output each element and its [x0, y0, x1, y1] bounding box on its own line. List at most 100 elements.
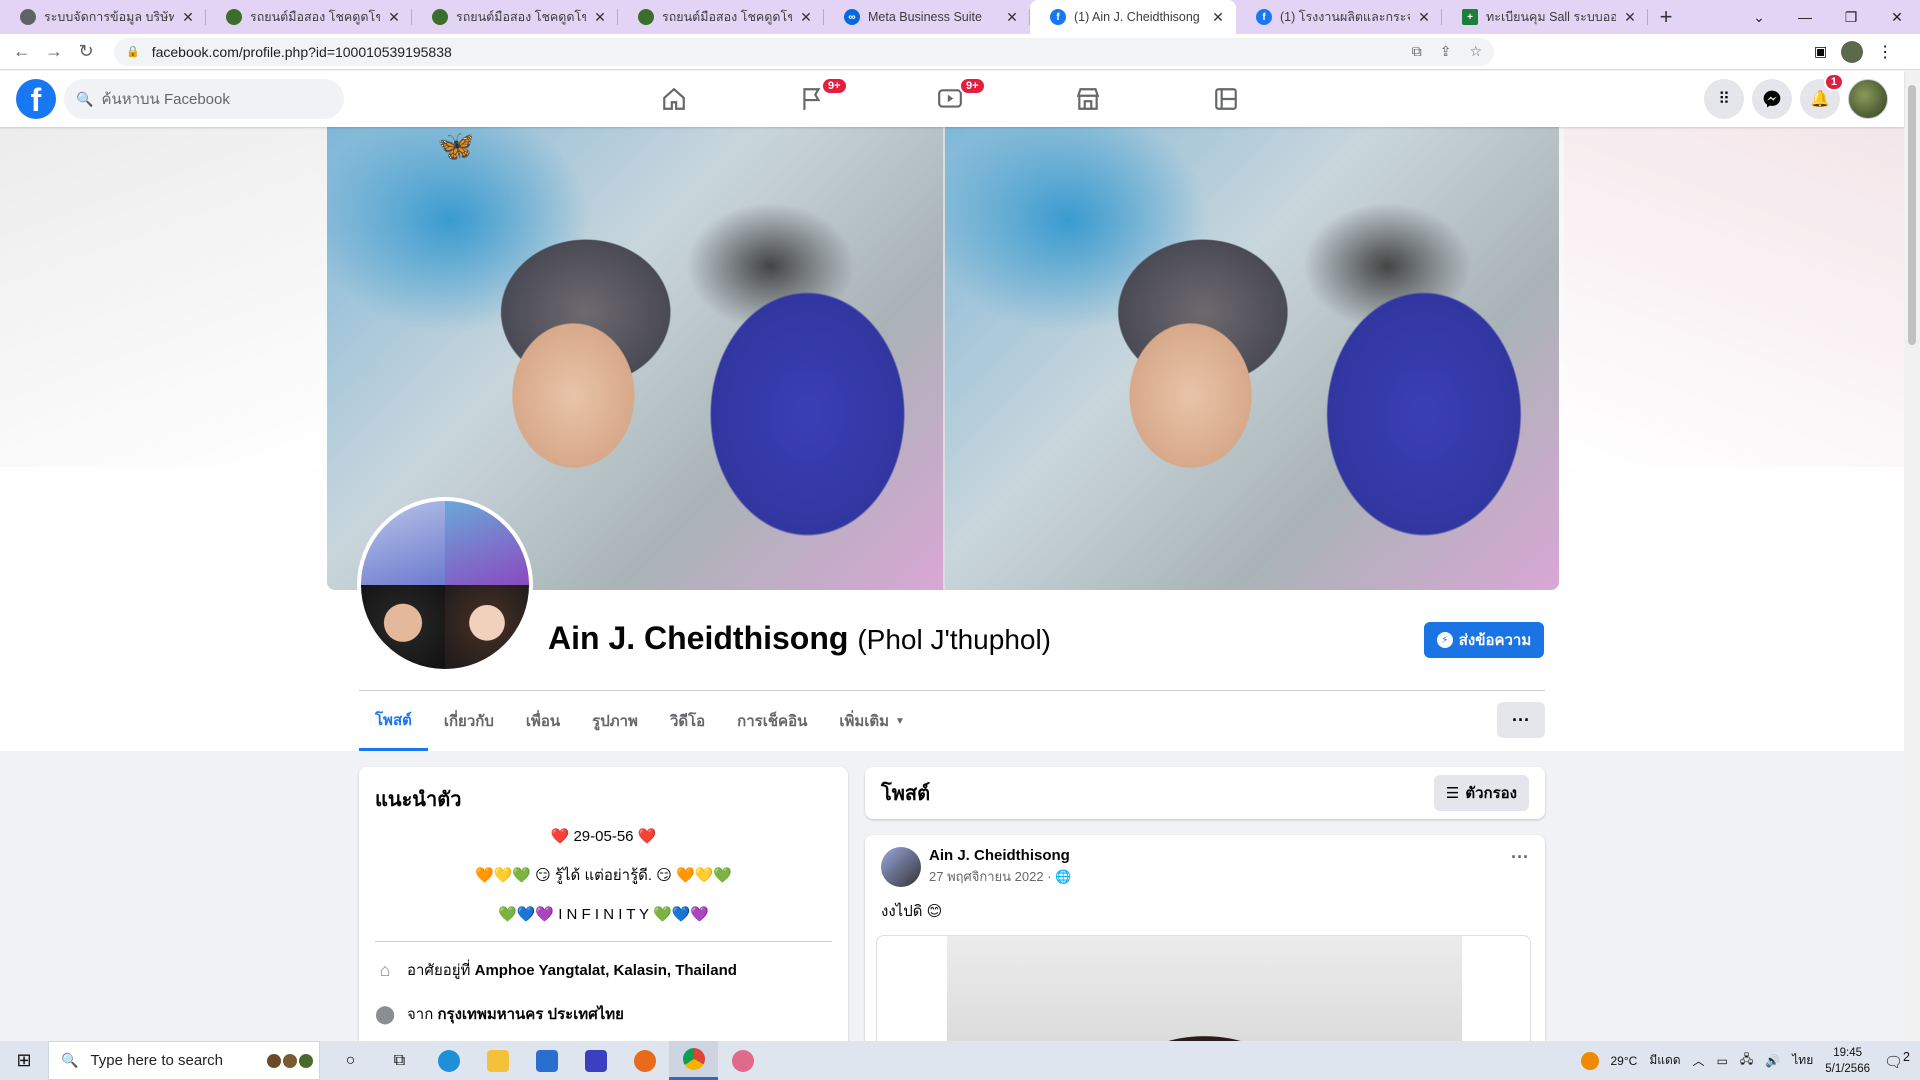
file-explorer-icon[interactable] [473, 1041, 522, 1080]
tab-title: ระบบจัดการข้อมูล บริษัท โชคดู [44, 10, 174, 24]
profile-name-heading: Ain J. Cheidthisong (Phol J'thuphol) [548, 620, 1051, 657]
browser-tab-strip: ระบบจัดการข้อมูล บริษัท โชคดู ✕ รถยนต์มื… [0, 0, 1920, 34]
post-date[interactable]: 27 พฤศจิกายน 2022 [929, 869, 1044, 884]
send-message-button[interactable]: ⚡ ส่งข้อความ [1424, 622, 1544, 658]
clock[interactable]: 19:45 5/1/2566 [1825, 1045, 1870, 1077]
tab-posts[interactable]: โพสต์ [359, 691, 428, 751]
window-controls: ⌄ — ❐ ✕ [1736, 0, 1920, 34]
cortana-icon[interactable]: ○ [326, 1041, 375, 1080]
profile-picture[interactable] [357, 497, 533, 673]
close-icon[interactable]: ✕ [1416, 9, 1432, 26]
browser-tab[interactable]: ∞ Meta Business Suite ✕ [824, 0, 1030, 34]
back-icon[interactable]: ← [6, 36, 38, 68]
tab-search-icon[interactable]: ⌄ [1736, 0, 1782, 34]
tab-checkins[interactable]: การเช็คอิน [721, 691, 823, 751]
browser-tab[interactable]: + ทะเบียนคุม Sall ระบบออนไลน์ ✕ [1442, 0, 1648, 34]
profile-more-options-button[interactable]: ··· [1497, 702, 1545, 738]
post-options-icon[interactable]: ··· [1511, 847, 1529, 868]
menu-grid-icon[interactable]: ⠿ [1704, 79, 1744, 119]
intro-divider [375, 941, 832, 942]
windows-start-icon[interactable]: ⊞ [0, 1041, 48, 1080]
translate-icon[interactable]: ⧉ [1412, 43, 1422, 60]
nav-watch[interactable]: 9+ [881, 71, 1019, 127]
weather-temp[interactable]: 29°C [1611, 1054, 1638, 1068]
post-author-name[interactable]: Ain J. Cheidthisong [929, 847, 1071, 864]
messenger-icon[interactable] [1752, 79, 1792, 119]
weather-label[interactable]: มีแดด [1649, 1051, 1680, 1070]
weather-sun-icon[interactable] [1580, 1051, 1599, 1070]
lock-icon[interactable]: 🔒 [126, 45, 140, 58]
action-center-icon[interactable]: 🗨2 [1882, 1050, 1912, 1071]
nav-home[interactable] [605, 71, 743, 127]
from-location[interactable]: กรุงเทพมหานคร ประเทศไทย [437, 1002, 623, 1026]
marketplace-icon [1076, 88, 1100, 110]
close-icon[interactable]: ✕ [798, 9, 814, 26]
facebook-search-input[interactable]: 🔍 ค้นหาบน Facebook [64, 79, 344, 119]
firefox-icon[interactable] [620, 1041, 669, 1080]
taskbar-search-input[interactable]: 🔍 Type here to search [48, 1041, 320, 1080]
posts-header-card: โพสต์ ☰ ตัวกรอง [865, 767, 1545, 819]
restore-icon[interactable]: ❐ [1828, 0, 1874, 34]
tab-more[interactable]: เพิ่มเติม ▼ [823, 691, 921, 751]
clock-time: 19:45 [1833, 1046, 1862, 1059]
minimize-icon[interactable]: — [1782, 0, 1828, 34]
address-bar[interactable]: 🔒 facebook.com/profile.php?id=1000105391… [114, 37, 1494, 66]
nav-watch-badge: 9+ [959, 77, 986, 95]
notifications-bell-icon[interactable]: 🔔 1 [1800, 73, 1844, 119]
nav-pages[interactable]: 9+ [743, 71, 881, 127]
browser-tab-active[interactable]: f (1) Ain J. Cheidthisong | Fa ✕ [1030, 0, 1236, 34]
nav-marketplace[interactable] [1019, 71, 1157, 127]
browser-tab[interactable]: ระบบจัดการข้อมูล บริษัท โชคดู ✕ [0, 0, 206, 34]
volume-icon[interactable]: 🔊 [1765, 1054, 1780, 1068]
close-icon[interactable]: ✕ [1210, 9, 1226, 26]
lives-in-location[interactable]: Amphoe Yangtalat, Kalasin, Thailand [475, 962, 737, 979]
bio-line: 🧡💛💚 😏 รู้ได้ แต่อย่ารู้ดี. 😏 🧡💛💚 [474, 867, 733, 884]
facebook-logo-icon[interactable]: f [16, 79, 56, 119]
profile-avatar-icon[interactable] [1841, 40, 1864, 63]
chrome-icon[interactable] [669, 1041, 718, 1080]
tab-photos[interactable]: รูปภาพ [576, 691, 654, 751]
new-tab-button[interactable]: + [1648, 0, 1684, 34]
input-language[interactable]: ไทย [1792, 1051, 1813, 1070]
forward-icon[interactable]: → [38, 36, 70, 68]
browser-tab[interactable]: รถยนต์มือสอง โชคดูดโชต อุด ✕ [412, 0, 618, 34]
nav-gaming[interactable] [1157, 71, 1295, 127]
side-panel-icon[interactable]: ▣ [1814, 43, 1827, 60]
close-icon[interactable]: ✕ [180, 9, 196, 26]
filter-button[interactable]: ☰ ตัวกรอง [1433, 775, 1529, 811]
close-icon[interactable]: ✕ [386, 9, 402, 26]
tab-title: Meta Business Suite [868, 10, 982, 24]
menu-kebab-icon[interactable]: ⋮ [1877, 42, 1893, 62]
bio-line: ❤️ 29-05-56 ❤️ [550, 828, 657, 845]
close-icon[interactable]: ✕ [1004, 9, 1020, 26]
mail-icon[interactable] [522, 1041, 571, 1080]
tab-videos[interactable]: วิดีโอ [654, 691, 721, 751]
tab-friends[interactable]: เพื่อน [510, 691, 576, 751]
snipping-tool-icon[interactable] [718, 1041, 767, 1080]
browser-tab[interactable]: รถยนต์มือสอง โชคดูดโชต อุด ✕ [618, 0, 824, 34]
close-icon[interactable]: ✕ [1622, 9, 1638, 26]
close-icon[interactable]: ✕ [592, 9, 608, 26]
search-icon: 🔍 [61, 1052, 79, 1068]
cover-photo[interactable]: 🦋 [327, 127, 1559, 590]
send-message-label: ส่งข้อความ [1458, 632, 1532, 649]
account-avatar[interactable] [1848, 79, 1888, 119]
tab-about[interactable]: เกี่ยวกับ [428, 691, 510, 751]
browser-tab[interactable]: รถยนต์มือสอง โชคดูดโชต อุด ✕ [206, 0, 412, 34]
edge-icon[interactable] [424, 1041, 473, 1080]
tab-title: รถยนต์มือสอง โชคดูดโชต อุด [456, 10, 586, 24]
task-view-icon[interactable]: ⧉ [375, 1041, 424, 1080]
network-icon[interactable]: 🖧 [1740, 1050, 1753, 1071]
app-icon[interactable] [571, 1041, 620, 1080]
post-author-avatar[interactable] [881, 847, 921, 887]
page-scrollbar[interactable] [1904, 71, 1920, 1041]
bookmark-star-icon[interactable]: ☆ [1469, 43, 1482, 60]
share-icon[interactable]: ⇪ [1440, 43, 1452, 60]
filter-sliders-icon: ☰ [1445, 785, 1460, 802]
browser-tab[interactable]: f (1) โรงงานผลิตและกระจายรถย ✕ [1236, 0, 1442, 34]
tray-chevron-icon[interactable]: ︿ [1693, 1052, 1705, 1069]
reload-icon[interactable]: ↻ [70, 36, 102, 68]
meet-now-icon[interactable]: ▭ [1717, 1054, 1728, 1068]
scrollbar-thumb[interactable] [1908, 85, 1916, 345]
close-window-icon[interactable]: ✕ [1874, 0, 1920, 34]
